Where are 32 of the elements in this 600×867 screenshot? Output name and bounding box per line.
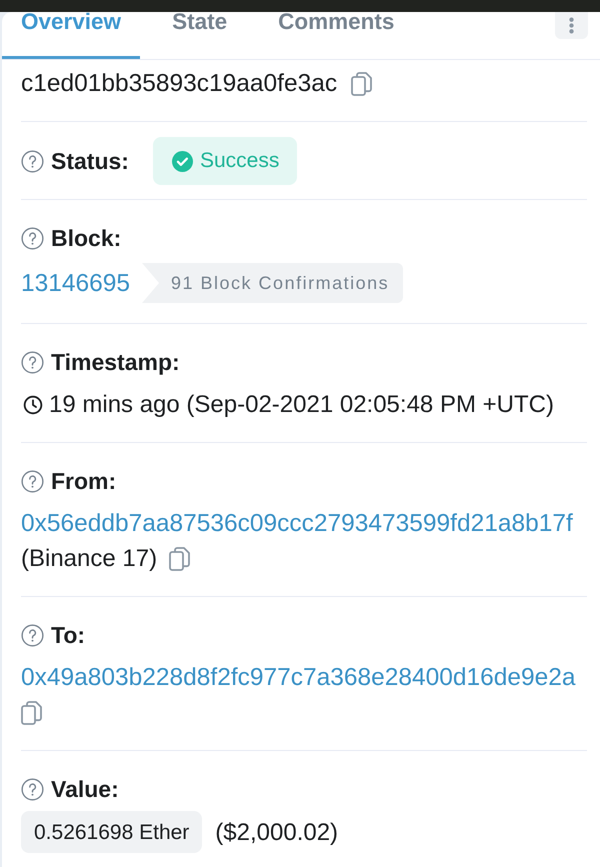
help-icon (21, 150, 44, 172)
check-circle-icon (172, 150, 193, 172)
address-link[interactable]: 0x56eddb7aa87536c09ccc2793473599fd21a8b17f (21, 506, 573, 541)
ether-amount: 0.5261698 Ether (21, 811, 202, 853)
help-icon (21, 470, 44, 492)
usd-value-text: ($2,000.02) (215, 818, 338, 848)
field-label: Block: (51, 224, 122, 253)
field-label: Status: (51, 147, 129, 176)
copy-icon[interactable] (351, 72, 372, 96)
tab[interactable]: Overview (2, 12, 140, 59)
field-label: From: (51, 467, 116, 496)
more-button[interactable] (555, 12, 588, 39)
kebab-menu-icon (569, 17, 574, 34)
tab[interactable]: Comments (259, 12, 414, 59)
help-icon (21, 226, 44, 250)
hash-text: c1ed01bb35893c19aa0fe3ac (21, 69, 338, 99)
tab[interactable]: State (153, 12, 246, 59)
copy-icon[interactable] (21, 700, 42, 724)
timestamp-text: 19 mins ago (Sep-02-2021 02:05:48 PM +UTC) (49, 390, 554, 420)
help-icon (21, 624, 44, 646)
confirmations-badge: 91 Block Confirmations (142, 263, 404, 303)
copy-icon[interactable] (169, 546, 190, 570)
clock-icon (23, 394, 43, 414)
block-number-link[interactable]: 13146695 (21, 266, 130, 300)
address-link[interactable]: 0x49a803b228d8f2fc977c7a368e28400d16de9e2a (21, 660, 576, 695)
address-name-text: (Binance 17) (21, 544, 158, 574)
status-text: Success (200, 149, 280, 173)
field-label: To: (51, 621, 86, 650)
help-icon (21, 778, 44, 800)
field-label: Timestamp: (51, 348, 180, 377)
help-icon (21, 350, 44, 374)
field-label: Value: (51, 775, 119, 804)
